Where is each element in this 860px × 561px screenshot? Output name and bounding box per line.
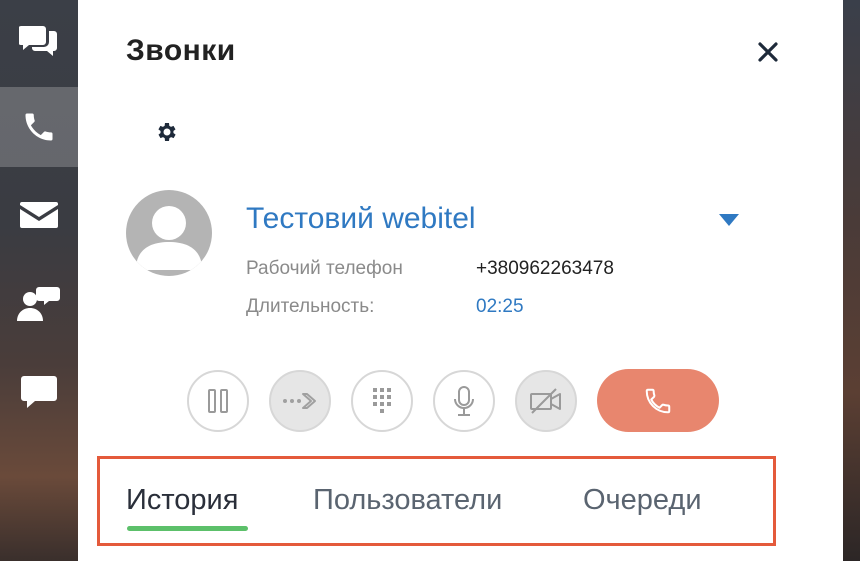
- dialpad-button[interactable]: [351, 370, 413, 432]
- phone-label: Рабочий телефон: [246, 258, 403, 279]
- video-off-icon: [530, 388, 561, 414]
- chevron-down-icon[interactable]: [718, 213, 740, 227]
- contact-name: Тестовий webitel: [246, 202, 476, 235]
- chat-bubbles-icon: [19, 26, 57, 56]
- avatar: [126, 190, 212, 276]
- envelope-icon: [20, 202, 58, 228]
- tab-history[interactable]: История: [126, 484, 238, 517]
- sidebar-item-calls[interactable]: [0, 87, 78, 167]
- phone-hangup-icon: [645, 388, 671, 413]
- transfer-button[interactable]: [269, 370, 331, 432]
- calls-panel: Звонки Тестовий webitel Рабочий телефон …: [78, 0, 843, 561]
- tab-queues[interactable]: Очереди: [583, 484, 702, 517]
- page-title: Звонки: [126, 34, 236, 67]
- sidebar: [0, 0, 78, 561]
- sidebar-item-messages[interactable]: [0, 352, 78, 432]
- sidebar-item-mail[interactable]: [0, 175, 78, 255]
- hangup-button[interactable]: [597, 369, 719, 432]
- gear-icon[interactable]: [154, 120, 178, 144]
- hold-button[interactable]: [187, 370, 249, 432]
- active-tab-indicator: [127, 526, 248, 531]
- user-chat-icon: [17, 287, 60, 321]
- microphone-button[interactable]: [433, 370, 495, 432]
- video-button[interactable]: [515, 370, 577, 432]
- tab-users[interactable]: Пользователи: [313, 484, 502, 517]
- close-icon[interactable]: [756, 40, 780, 64]
- pause-icon: [208, 389, 228, 413]
- desktop-background: [843, 0, 860, 561]
- phone-number: +380962263478: [476, 258, 614, 279]
- sidebar-item-chats[interactable]: [0, 0, 78, 80]
- call-duration: 02:25: [476, 296, 524, 317]
- phone-icon: [25, 113, 53, 141]
- message-icon: [21, 376, 57, 408]
- transfer-arrow-icon: [283, 393, 316, 409]
- sidebar-item-contacts[interactable]: [0, 264, 78, 344]
- microphone-icon: [454, 386, 474, 416]
- user-placeholder-icon: [136, 206, 202, 270]
- dialpad-icon: [373, 388, 391, 413]
- duration-label: Длительность:: [246, 296, 375, 317]
